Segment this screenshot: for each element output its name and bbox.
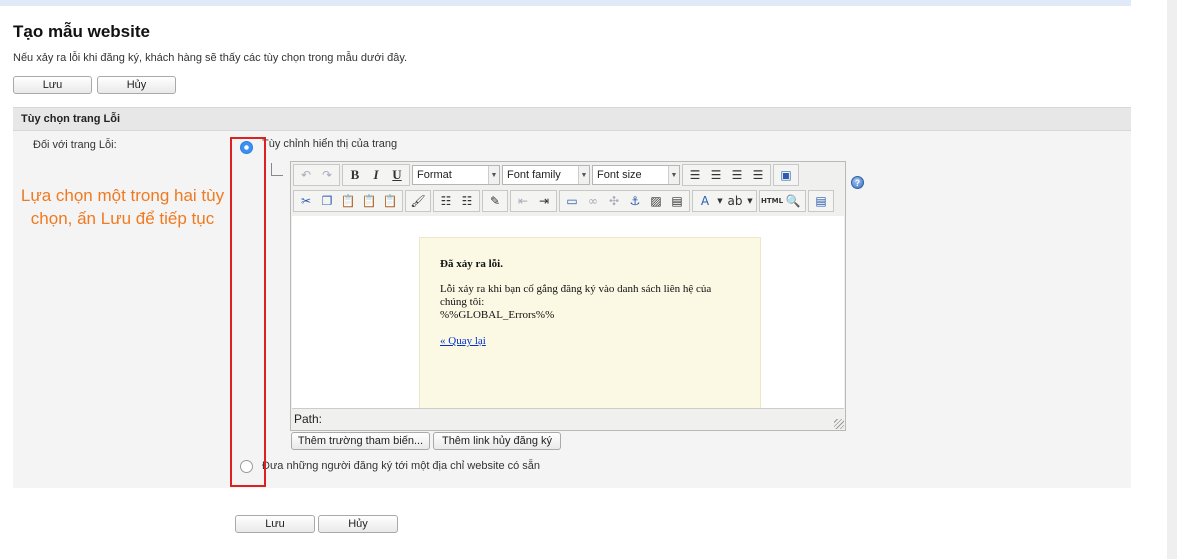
chevron-down-icon: ▼ xyxy=(488,166,499,184)
align-center-icon[interactable]: ☰ xyxy=(706,165,726,185)
error-title: Đã xảy ra lỗi. xyxy=(440,258,503,270)
preview-icon[interactable]: ▤ xyxy=(811,191,831,211)
form-icon[interactable]: ▭ xyxy=(562,191,582,211)
page-title: Tạo mẫu website xyxy=(13,22,150,41)
bold-button[interactable]: B xyxy=(345,165,365,185)
annotation-instruction-text: Lựa chọn một trong hai tùy chọn, ấn Lưu … xyxy=(20,186,225,228)
editor-toolbar-row-2: ✂ ❐ 📋 📋 📋 🖌 ☷ ☷ ✎ ⇤ ⇥ ▭ ∞ ✣ ⚓ ▨ ▤ A ▼ ab… xyxy=(293,189,834,213)
errors-token: %%GLOBAL_Errors%% xyxy=(440,309,555,321)
edit-icon[interactable]: ✎ xyxy=(485,191,505,211)
link-icon[interactable]: ∞ xyxy=(583,191,603,211)
paste-icon[interactable]: 📋 xyxy=(338,191,358,211)
save-button-top[interactable]: Lưu xyxy=(13,76,92,94)
anchor-icon[interactable]: ⚓ xyxy=(625,191,645,211)
top-bar xyxy=(0,0,1131,6)
bullet-list-icon[interactable]: ☷ xyxy=(436,191,456,211)
wysiwyg-editor[interactable]: ↶ ↷ B I U Format ▼ Font family ▼ Font si… xyxy=(290,161,846,431)
panel-header: Tùy chọn trang Lỗi xyxy=(13,107,1131,131)
font-family-select-value: Font family xyxy=(507,169,561,181)
image-icon[interactable]: ▨ xyxy=(646,191,666,211)
find-icon[interactable]: 🔍 xyxy=(783,191,803,211)
media-icon[interactable]: ▤ xyxy=(667,191,687,211)
tree-connector xyxy=(271,163,283,176)
paste-word-icon[interactable]: 📋 xyxy=(380,191,400,211)
numbered-list-icon[interactable]: ☷ xyxy=(457,191,477,211)
insert-field-button[interactable]: Thêm trường tham biến... xyxy=(291,432,430,450)
error-page-field-label: Đối với trang Lỗi: xyxy=(33,139,117,151)
resize-handle[interactable] xyxy=(834,419,844,429)
error-body-line-2: chúng tôi: xyxy=(440,296,485,308)
preview-group: ▤ xyxy=(808,190,834,212)
cleanup-group: 🖌 xyxy=(405,190,431,212)
clipboard-group: ✂ ❐ 📋 📋 📋 xyxy=(293,190,403,212)
cancel-button-bottom[interactable]: Hủy xyxy=(318,515,398,533)
color-group: A ▼ ab ▼ xyxy=(692,190,757,212)
font-family-select[interactable]: Font family ▼ xyxy=(502,165,590,185)
outdent-icon[interactable]: ⇤ xyxy=(513,191,533,211)
cleanup-brush-icon[interactable]: 🖌 xyxy=(408,191,428,211)
align-justify-icon[interactable]: ☰ xyxy=(748,165,768,185)
text-style-group: B I U xyxy=(342,164,410,186)
text-color-icon[interactable]: A xyxy=(695,191,715,211)
cancel-button-top[interactable]: Hủy xyxy=(97,76,176,94)
italic-button[interactable]: I xyxy=(366,165,386,185)
page-description: Nếu xảy ra lỗi khi đăng ký, khách hàng s… xyxy=(13,52,408,64)
editor-content-area[interactable]: Đã xảy ra lỗi. Lỗi xảy ra khi bạn cố gắn… xyxy=(292,216,844,408)
align-right-icon[interactable]: ☰ xyxy=(727,165,747,185)
chevron-down-icon: ▼ xyxy=(578,166,589,184)
help-icon[interactable]: ? xyxy=(851,176,864,189)
error-message-box: Đã xảy ra lỗi. Lỗi xảy ra khi bạn cố gắn… xyxy=(419,237,761,408)
align-group: ☰ ☰ ☰ ☰ xyxy=(682,164,771,186)
panel-header-title: Tùy chọn trang Lỗi xyxy=(21,113,120,125)
font-size-select-value: Font size xyxy=(597,169,642,181)
insert-template-icon[interactable]: ▣ xyxy=(776,165,796,185)
format-select[interactable]: Format ▼ xyxy=(412,165,500,185)
format-select-value: Format xyxy=(417,169,452,181)
error-body-line-1: Lỗi xảy ra khi bạn cố gắng đăng ký vào d… xyxy=(440,283,712,295)
html-source-button[interactable]: HTML xyxy=(761,191,783,211)
editor-toolbar-row-1: ↶ ↷ B I U Format ▼ Font family ▼ Font si… xyxy=(293,163,799,187)
source-group: HTML 🔍 xyxy=(759,190,806,212)
paste-text-icon[interactable]: 📋 xyxy=(359,191,379,211)
edit-group: ✎ xyxy=(482,190,508,212)
list-group: ☷ ☷ xyxy=(433,190,480,212)
font-size-select[interactable]: Font size ▼ xyxy=(592,165,680,185)
undo-icon[interactable]: ↶ xyxy=(296,165,316,185)
chevron-down-icon[interactable]: ▼ xyxy=(746,191,754,211)
scrollbar-gutter[interactable] xyxy=(1167,0,1177,559)
indent-group: ⇤ ⇥ xyxy=(510,190,557,212)
option-redirect-label[interactable]: Đưa những người đăng ký tới một địa chỉ … xyxy=(262,460,540,472)
highlight-color-icon[interactable]: ab xyxy=(725,191,745,211)
annotation-highlight-box xyxy=(230,137,266,487)
path-label: Path: xyxy=(294,412,323,426)
insert-group: ▭ ∞ ✣ ⚓ ▨ ▤ xyxy=(559,190,690,212)
align-left-icon[interactable]: ☰ xyxy=(685,165,705,185)
back-link[interactable]: « Quay lại xyxy=(440,335,486,347)
undo-redo-group: ↶ ↷ xyxy=(293,164,340,186)
unlink-icon[interactable]: ✣ xyxy=(604,191,624,211)
chevron-down-icon: ▼ xyxy=(668,166,679,184)
insert-unsubscribe-link-button[interactable]: Thêm link hủy đăng ký xyxy=(433,432,561,450)
editor-path-bar: Path: xyxy=(292,408,844,429)
extra-group: ▣ xyxy=(773,164,799,186)
redo-icon[interactable]: ↷ xyxy=(317,165,337,185)
chevron-down-icon[interactable]: ▼ xyxy=(716,191,724,211)
underline-button[interactable]: U xyxy=(387,165,407,185)
cut-icon[interactable]: ✂ xyxy=(296,191,316,211)
option-custom-label[interactable]: Tùy chỉnh hiển thị của trang xyxy=(262,138,397,150)
save-button-bottom[interactable]: Lưu xyxy=(235,515,315,533)
copy-icon[interactable]: ❐ xyxy=(317,191,337,211)
indent-icon[interactable]: ⇥ xyxy=(534,191,554,211)
